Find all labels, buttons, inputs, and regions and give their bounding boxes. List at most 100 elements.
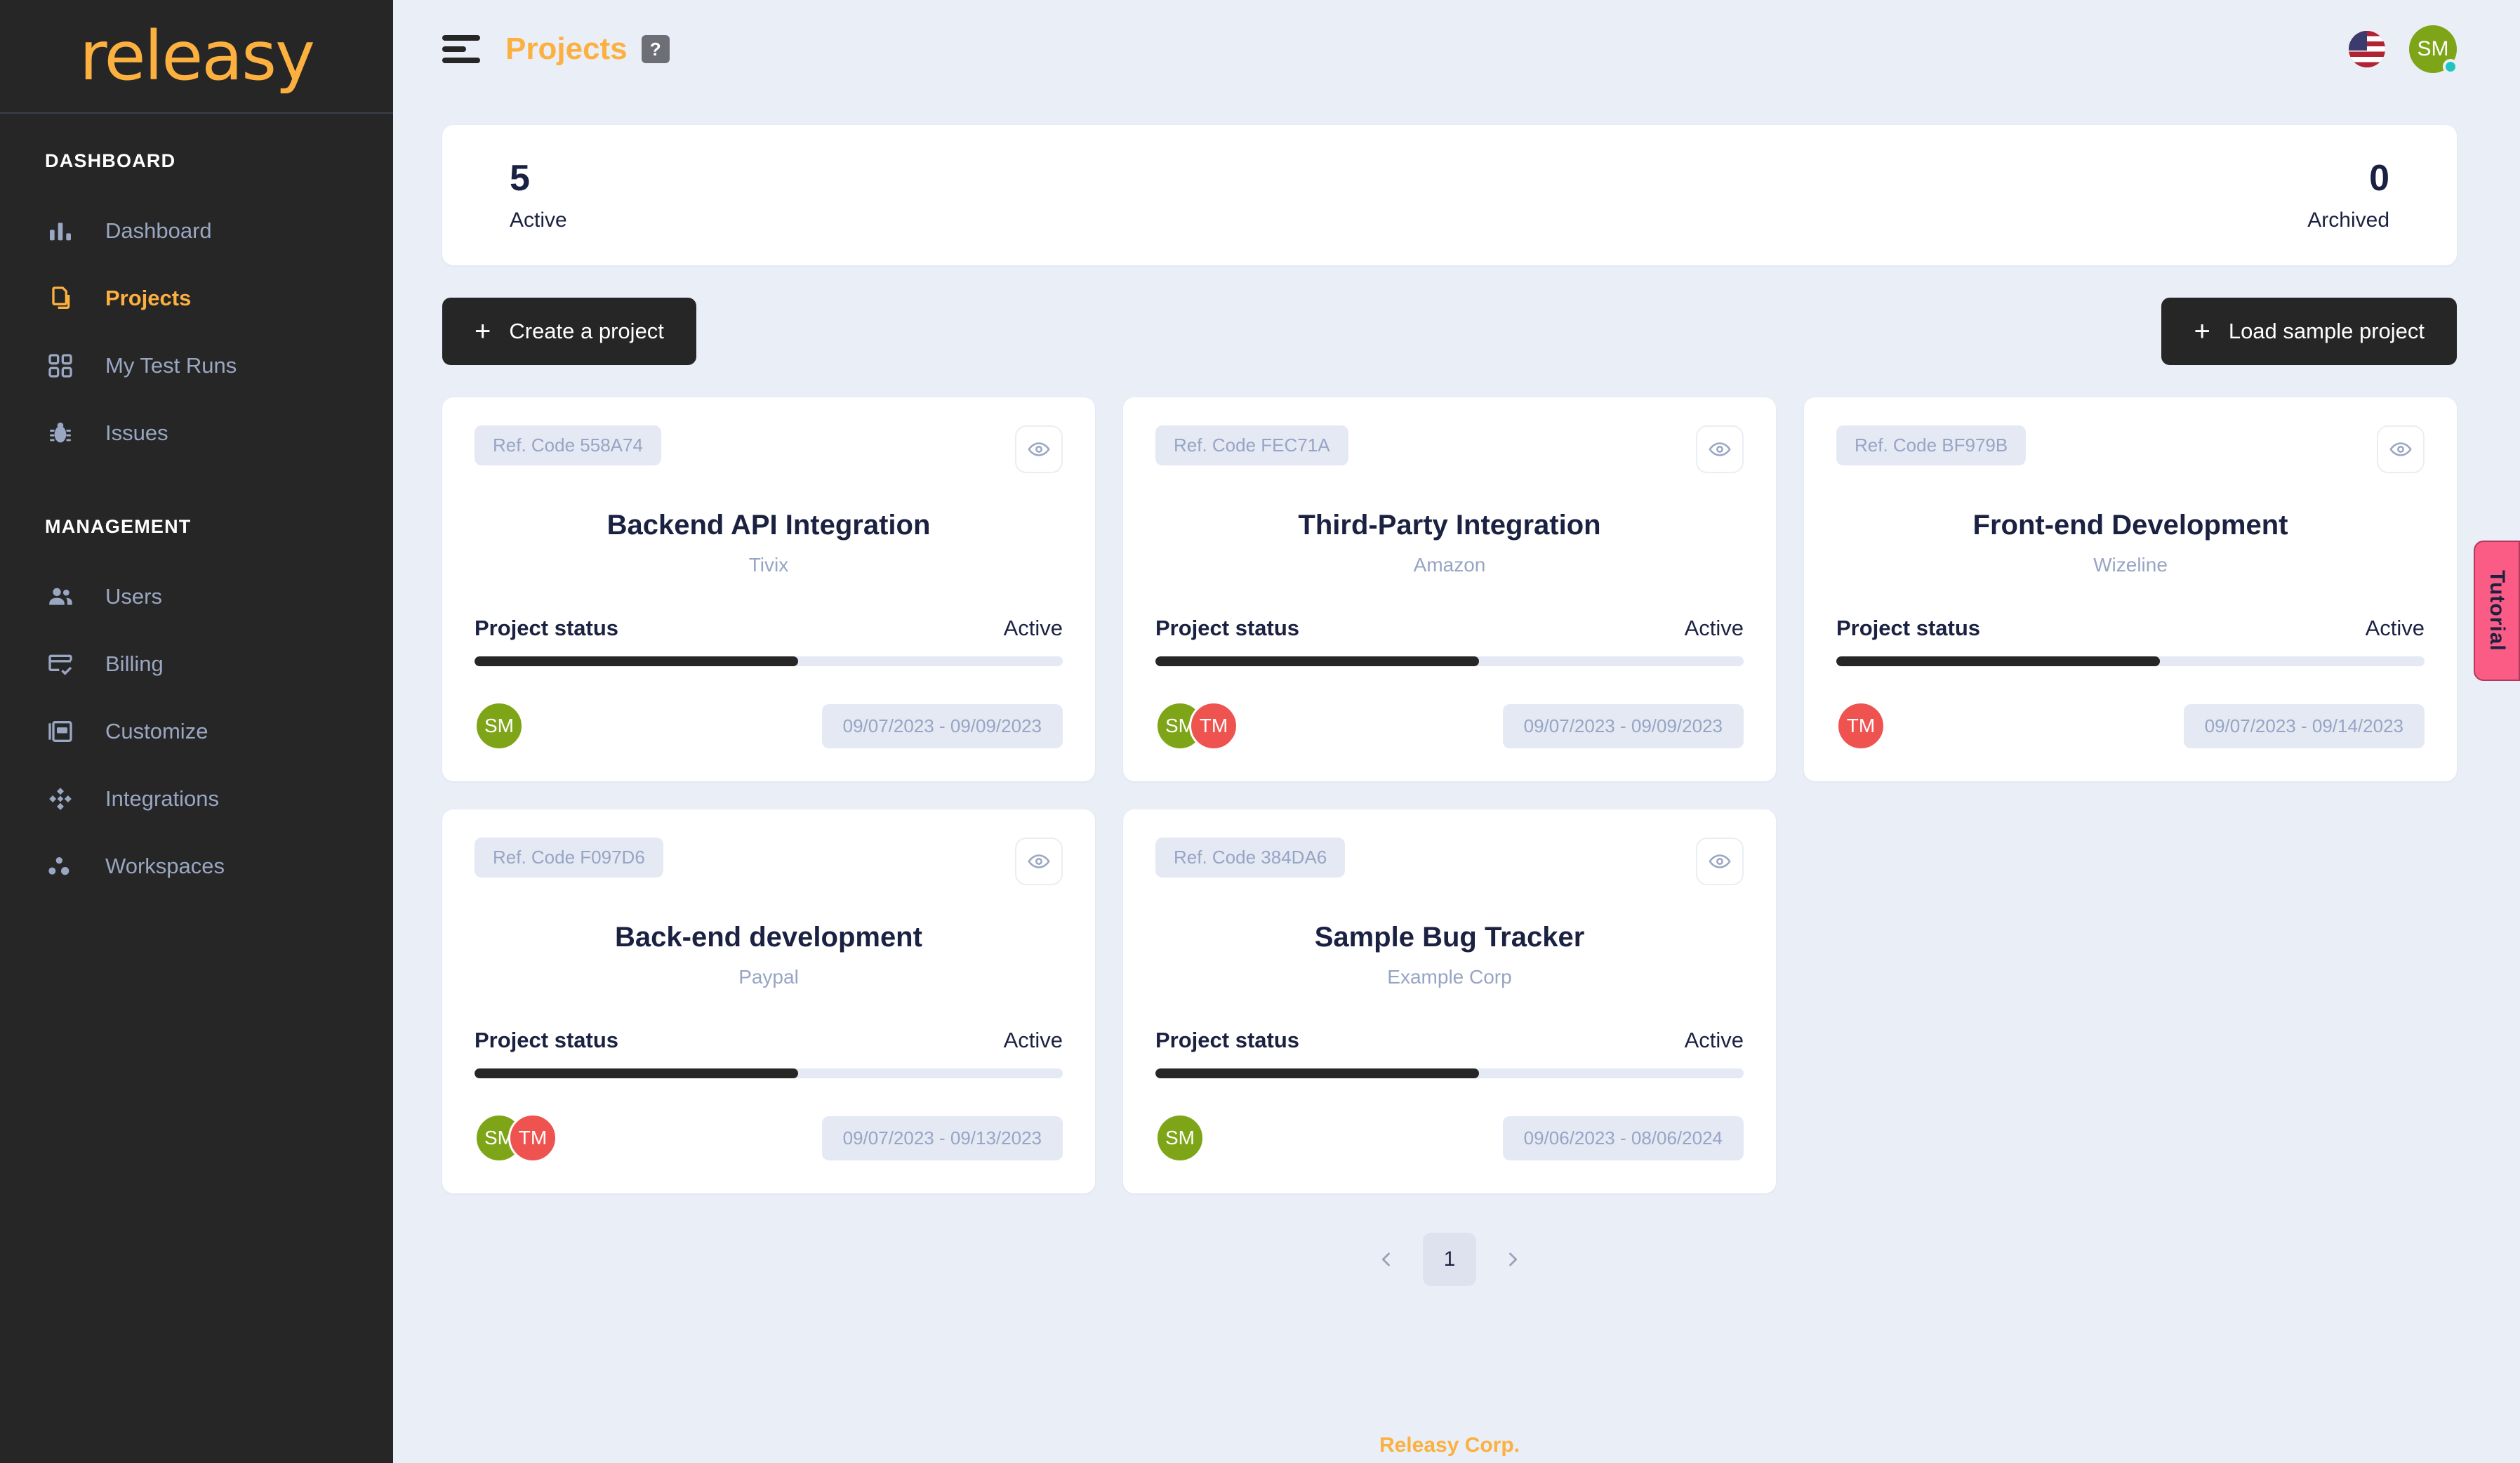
brand-logo[interactable]: releasy <box>0 0 393 114</box>
stat-active: 5 Active <box>510 158 567 232</box>
project-title: Back-end development <box>615 922 922 953</box>
member-avatar[interactable]: TM <box>508 1113 557 1163</box>
sidebar-item-label: Customize <box>105 719 208 743</box>
ref-code-badge: Ref. Code FEC71A <box>1155 425 1348 465</box>
grid-icon <box>45 350 76 381</box>
workspaces-dots-icon <box>45 851 76 882</box>
project-progress-fill <box>475 1068 798 1078</box>
tutorial-tab-label: Tutorial <box>2486 570 2509 651</box>
view-project-button[interactable] <box>1015 838 1063 885</box>
eye-icon <box>2389 442 2412 456</box>
member-initials: TM <box>518 1127 548 1148</box>
project-progress-bar <box>1836 656 2425 666</box>
chevron-right-icon[interactable] <box>1493 1240 1532 1279</box>
project-status-value: Active <box>2365 616 2425 640</box>
view-project-button[interactable] <box>2377 425 2425 473</box>
member-avatar[interactable]: TM <box>1836 701 1885 750</box>
footer-corp: Releasy Corp. <box>1379 1434 1520 1457</box>
project-progress-fill <box>1836 656 2160 666</box>
member-avatars: SM <box>1155 1113 1205 1163</box>
sidebar-item-billing[interactable]: Billing <box>0 630 393 698</box>
project-card-header: Ref. Code 558A74 <box>475 425 1063 473</box>
eye-icon <box>1028 854 1050 868</box>
avatar-initials: SM <box>2417 37 2449 60</box>
project-card-footer: SM 09/06/2023 - 08/06/2024 <box>1155 1113 1744 1163</box>
sidebar-section-management-title: MANAGEMENT <box>45 516 192 537</box>
ref-code-badge: Ref. Code 384DA6 <box>1155 838 1346 878</box>
project-client: Example Corp <box>1387 966 1512 988</box>
stat-active-label: Active <box>510 208 567 232</box>
project-progress-bar <box>1155 656 1744 666</box>
stat-archived: 0 Archived <box>2307 158 2389 232</box>
project-card-footer: SM TM 09/07/2023 - 09/09/2023 <box>1155 701 1744 750</box>
project-grid: Ref. Code 558A74 Backend API Integration… <box>442 397 2457 1193</box>
integrations-diamond-icon <box>45 783 76 814</box>
project-card-header: Ref. Code F097D6 <box>475 838 1063 885</box>
pagination: 1 <box>442 1233 2457 1286</box>
member-avatars: SM TM <box>1155 701 1238 750</box>
sidebar-item-users[interactable]: Users <box>0 563 393 630</box>
stats-card: 5 Active 0 Archived <box>442 125 2457 265</box>
eye-icon <box>1709 442 1731 456</box>
project-status-label: Project status <box>475 1028 619 1052</box>
pagination-page-1[interactable]: 1 <box>1423 1233 1476 1286</box>
stat-archived-label: Archived <box>2307 208 2389 232</box>
sidebar-item-label: Workspaces <box>105 854 225 878</box>
eye-icon <box>1709 854 1731 868</box>
project-dates-badge: 09/07/2023 - 09/14/2023 <box>2183 703 2425 748</box>
project-card[interactable]: Ref. Code FEC71A Third-Party Integration… <box>1123 397 1776 781</box>
project-progress-bar <box>1155 1068 1744 1078</box>
load-sample-project-button[interactable]: + Load sample project <box>2161 298 2457 365</box>
ref-code-badge: Ref. Code F097D6 <box>475 838 663 878</box>
users-icon <box>45 581 76 612</box>
tutorial-tab[interactable]: Tutorial <box>2474 541 2520 681</box>
view-project-button[interactable] <box>1696 425 1744 473</box>
project-status-label: Project status <box>1155 1028 1300 1052</box>
member-avatar[interactable]: SM <box>475 701 524 750</box>
project-status-label: Project status <box>475 616 619 640</box>
project-status-value: Active <box>1003 1028 1063 1052</box>
project-client: Paypal <box>738 966 799 988</box>
hamburger-icon[interactable] <box>442 35 480 63</box>
sidebar-item-dashboard[interactable]: Dashboard <box>0 197 393 265</box>
topbar: Projects ? SM <box>393 0 2520 98</box>
load-sample-label: Load sample project <box>2228 319 2425 343</box>
member-avatar[interactable]: SM <box>1155 1113 1205 1163</box>
project-progress-bar <box>475 656 1063 666</box>
project-card[interactable]: Ref. Code BF979B Front-end Development W… <box>1804 397 2457 781</box>
sidebar-item-label: Issues <box>105 421 168 445</box>
us-flag-icon[interactable] <box>2349 31 2385 67</box>
sidebar-item-issues[interactable]: Issues <box>0 399 393 467</box>
project-dates-badge: 09/07/2023 - 09/09/2023 <box>821 703 1063 748</box>
credit-card-check-icon <box>45 649 76 680</box>
sidebar-item-integrations[interactable]: Integrations <box>0 765 393 833</box>
sidebar: releasy DASHBOARD Dashboard Projects My … <box>0 0 393 1463</box>
member-avatar[interactable]: TM <box>1189 701 1238 750</box>
member-initials: SM <box>484 715 514 736</box>
sidebar-item-customize[interactable]: Customize <box>0 698 393 765</box>
avatar[interactable]: SM <box>2409 25 2458 74</box>
status-dot <box>2443 59 2458 74</box>
topbar-right: SM <box>2349 25 2458 74</box>
bug-icon <box>45 418 76 449</box>
help-badge[interactable]: ? <box>641 35 670 63</box>
eye-icon <box>1028 442 1050 456</box>
project-title: Front-end Development <box>1972 510 2288 541</box>
chevron-left-icon[interactable] <box>1367 1240 1406 1279</box>
sidebar-section-dashboard-title: DASHBOARD <box>45 150 176 171</box>
ref-code-badge: Ref. Code BF979B <box>1836 425 2027 465</box>
project-card[interactable]: Ref. Code 558A74 Backend API Integration… <box>442 397 1095 781</box>
project-card-header: Ref. Code FEC71A <box>1155 425 1744 473</box>
sidebar-item-projects[interactable]: Projects <box>0 265 393 332</box>
sidebar-item-my-test-runs[interactable]: My Test Runs <box>0 332 393 399</box>
project-status-value: Active <box>1684 1028 1744 1052</box>
member-avatars: SM TM <box>475 1113 557 1163</box>
project-card-footer: SM 09/07/2023 - 09/09/2023 <box>475 701 1063 750</box>
project-card[interactable]: Ref. Code 384DA6 Sample Bug Tracker Exam… <box>1123 809 1776 1193</box>
sidebar-item-workspaces[interactable]: Workspaces <box>0 833 393 900</box>
view-project-button[interactable] <box>1015 425 1063 473</box>
view-project-button[interactable] <box>1696 838 1744 885</box>
project-card[interactable]: Ref. Code F097D6 Back-end development Pa… <box>442 809 1095 1193</box>
project-title: Third-Party Integration <box>1298 510 1601 541</box>
create-project-button[interactable]: + Create a project <box>442 298 696 365</box>
